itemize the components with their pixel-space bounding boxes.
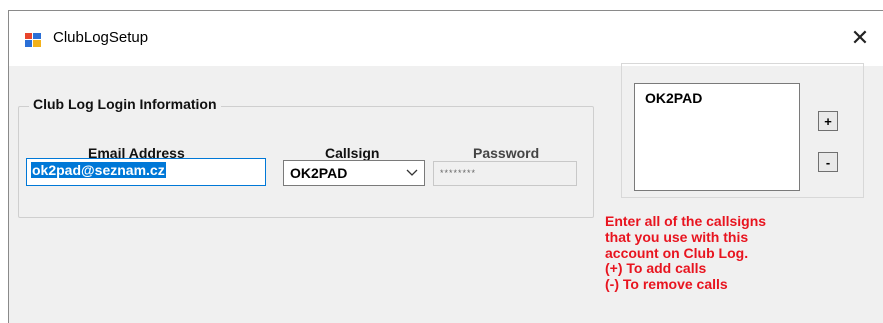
callsign-label: Callsign [325,145,380,161]
instruction-line: Enter all of the callsigns [605,213,767,229]
instruction-line: (+) To add calls [605,260,707,277]
list-item[interactable]: OK2PAD [635,84,799,106]
chevron-down-icon [406,169,418,176]
password-label: Password [473,145,540,161]
callsign-listbox[interactable]: OK2PAD [634,83,800,191]
instruction-line: account on Club Log. [605,244,749,261]
close-icon: ✕ [850,25,870,50]
callsign-value: OK2PAD [290,165,348,181]
callsign-dropdown[interactable]: OK2PAD [283,160,425,186]
app-window-icon [25,33,41,47]
email-value: ok2pad@seznam.cz [31,162,166,178]
group-title: Club Log Login Information [29,96,221,112]
password-value: ******** [440,168,477,178]
instructions-text: Enter all of the callsigns that you use … [605,213,880,293]
add-callsign-button[interactable]: + [818,111,838,131]
remove-callsign-button[interactable]: - [818,152,838,172]
window-title: ClubLogSetup [53,29,149,46]
password-field: ******** [433,161,577,186]
email-field[interactable]: ok2pad@seznam.cz [26,158,266,186]
title-bar: ClubLogSetup ✕ [9,11,883,66]
remove-label: - [825,154,831,170]
add-label: + [824,113,832,129]
close-button[interactable]: ✕ [837,21,883,55]
instruction-line: (-) To remove calls [605,276,728,293]
instruction-line: that you use with this [605,228,749,245]
